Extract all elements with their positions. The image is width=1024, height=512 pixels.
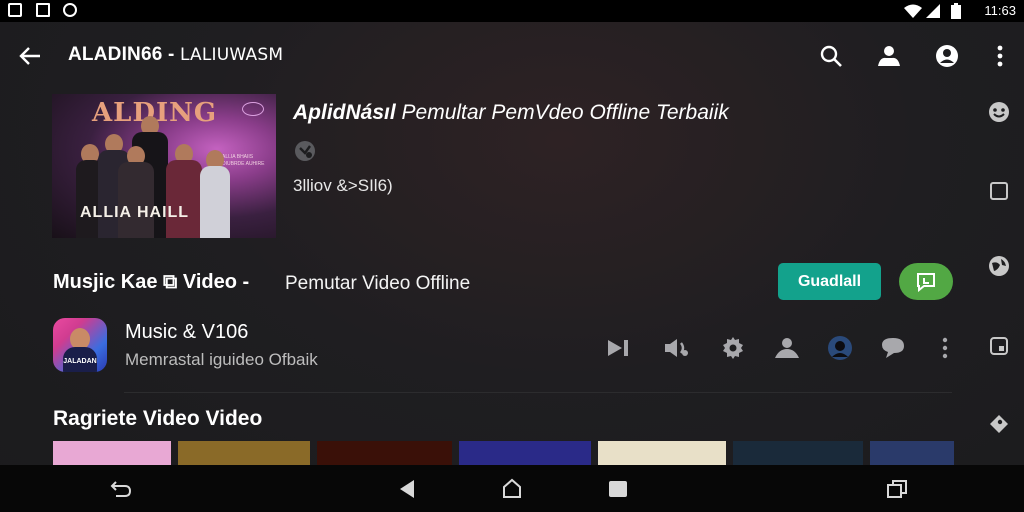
video-tile[interactable] xyxy=(53,441,171,465)
wifi-icon xyxy=(904,4,922,18)
message-icon xyxy=(917,272,935,292)
rail-crop-button[interactable] xyxy=(986,333,1012,359)
download-button[interactable]: Guadlall xyxy=(778,263,881,300)
more-vert-icon xyxy=(997,45,1003,67)
search-icon xyxy=(820,45,842,67)
title-main: ALADIN66 - xyxy=(68,44,180,65)
featured-thumbnail[interactable]: ALDING ALLIA BHAIIS DIUBRDE AUHIRE ALLIA… xyxy=(52,94,276,238)
video-tile[interactable] xyxy=(459,441,591,465)
thumbnail-logo xyxy=(242,102,264,116)
app-icon[interactable]: JALADAN xyxy=(53,318,107,372)
nav-back-button[interactable] xyxy=(394,476,420,502)
avatar[interactable] xyxy=(825,333,855,363)
settings-icon xyxy=(723,337,743,359)
featured-title-rest: Pemultar PemVdeo Offline Terbaiik xyxy=(395,101,729,124)
emoji-icon xyxy=(989,102,1009,122)
badge-icon xyxy=(295,141,315,161)
nav-switch-button[interactable] xyxy=(884,476,910,502)
square-icon xyxy=(990,182,1008,200)
page-title: ALADIN66 - LALIUWASM xyxy=(68,44,283,66)
thumbnail-person xyxy=(200,150,230,238)
nav-undo-button[interactable] xyxy=(108,476,134,502)
thumbnail-person xyxy=(166,144,202,238)
more-vert-icon xyxy=(942,337,948,359)
section-subtitle: Pemutar Video Offline xyxy=(285,273,471,294)
thumbnail-caption: ALLIA HAILL xyxy=(80,204,190,221)
n-icon xyxy=(36,3,50,17)
app-description: Memrastal iguideo Ofbaik xyxy=(125,350,318,369)
rail-label-button[interactable] xyxy=(986,411,1012,437)
featured-title[interactable]: AplidNásıl Pemultar PemVdeo Offline Terb… xyxy=(293,101,729,125)
featured-title-bold: AplidNásıl xyxy=(293,101,396,124)
person-button[interactable] xyxy=(772,333,802,363)
back-button[interactable] xyxy=(14,40,46,72)
volume-icon xyxy=(665,339,688,357)
more-button[interactable] xyxy=(984,40,1016,72)
signal-icon xyxy=(926,4,940,18)
back-triangle-icon xyxy=(400,480,414,498)
group-icon xyxy=(878,46,900,66)
video-tile[interactable] xyxy=(178,441,310,465)
person-icon xyxy=(775,338,799,358)
volume-button[interactable] xyxy=(661,333,691,363)
video-tile[interactable] xyxy=(733,441,863,465)
rail-globe-button[interactable] xyxy=(986,253,1012,279)
settings-button[interactable] xyxy=(718,333,748,363)
image-icon xyxy=(8,3,22,17)
section-title: Musjic Kae ⧉ Video - xyxy=(53,271,250,293)
account-button[interactable] xyxy=(931,40,963,72)
app-more-button[interactable] xyxy=(930,333,960,363)
system-nav-bar xyxy=(0,465,1024,512)
video-tile[interactable] xyxy=(598,441,726,465)
undo-icon xyxy=(110,481,132,497)
featured-meta: 3lliov &>SIl6) xyxy=(293,176,393,195)
home-icon xyxy=(503,478,521,498)
status-time: 11:63 xyxy=(984,3,1016,18)
group-button[interactable] xyxy=(873,40,905,72)
share-button[interactable] xyxy=(899,263,953,300)
recents-icon xyxy=(609,481,627,497)
skip-next-button[interactable] xyxy=(603,333,633,363)
app-bar: ALADIN66 - LALIUWASM xyxy=(0,22,1024,88)
video-tile[interactable] xyxy=(317,441,452,465)
comment-button[interactable] xyxy=(878,333,908,363)
avatar-icon xyxy=(828,336,852,360)
arrow-back-icon xyxy=(19,47,40,65)
skip-next-icon xyxy=(608,340,628,356)
status-bar: 11:63 xyxy=(0,0,1024,22)
battery-icon xyxy=(951,3,961,19)
thumbnail-person xyxy=(118,146,154,238)
divider xyxy=(124,392,952,393)
video-tile[interactable] xyxy=(870,441,954,465)
crop-icon xyxy=(990,337,1008,355)
screen: 11:63 ALADIN66 - LALIUWASM ALDING ALLIA … xyxy=(0,0,1024,512)
label-icon xyxy=(990,415,1008,433)
person-icon xyxy=(936,45,958,67)
comment-icon xyxy=(882,338,904,358)
rail-title: Ragriete Video Video xyxy=(53,407,263,430)
globe-icon xyxy=(989,256,1009,276)
sync-icon xyxy=(63,3,77,17)
switch-icon xyxy=(887,480,907,498)
app-name[interactable]: Music & V106 xyxy=(125,321,248,344)
nav-home-button[interactable] xyxy=(499,476,525,502)
search-button[interactable] xyxy=(815,40,847,72)
rail-square-button[interactable] xyxy=(986,178,1012,204)
nav-recents-button[interactable] xyxy=(605,476,631,502)
rail-emoji-button[interactable] xyxy=(986,99,1012,125)
app-icon-text: JALADAN xyxy=(63,358,97,365)
title-sub: LALIUWASM xyxy=(180,45,284,65)
